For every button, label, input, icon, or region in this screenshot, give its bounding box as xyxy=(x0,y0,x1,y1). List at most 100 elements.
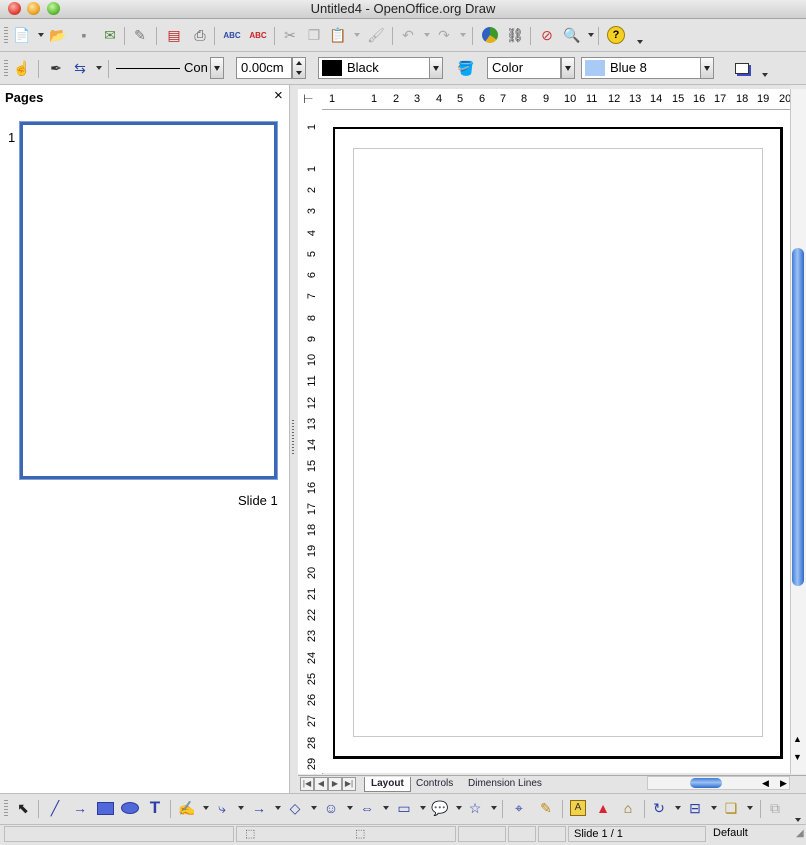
tab-layout[interactable]: Layout xyxy=(364,777,411,792)
symbol-shapes-dropdown-icon[interactable] xyxy=(347,806,353,810)
curve-tool-icon[interactable]: ✍ xyxy=(178,799,196,817)
line-style-select[interactable]: Con xyxy=(114,57,212,79)
area-fill-bucket-icon[interactable]: 🪣 xyxy=(456,58,476,78)
extrusion-icon[interactable]: ⧉ xyxy=(766,799,784,817)
line-color-dropdown-button[interactable] xyxy=(429,57,443,79)
points-edit-icon[interactable]: ⌖ xyxy=(510,799,528,817)
next-tab-icon[interactable]: ▶ xyxy=(328,777,342,791)
text-tool-icon[interactable]: T xyxy=(146,798,164,817)
line-arrow-tool-icon[interactable]: → xyxy=(71,799,89,817)
window-zoom-button[interactable] xyxy=(47,2,60,15)
line-width-input[interactable]: 0.00cm xyxy=(236,57,292,79)
block-arrows-icon[interactable]: ⇔ xyxy=(358,799,376,817)
callouts-icon[interactable]: 💬 xyxy=(431,799,449,817)
stars-icon[interactable]: ☆ xyxy=(466,799,484,817)
arrange-dropdown-icon[interactable] xyxy=(747,806,753,810)
open-folder-icon[interactable]: 📂 xyxy=(48,25,68,45)
scroll-left-arrow-icon[interactable]: ◀ xyxy=(762,778,769,789)
insert-image-icon[interactable]: ▲ xyxy=(594,799,612,817)
chart-icon[interactable] xyxy=(480,25,500,45)
basic-shapes-dropdown-icon[interactable] xyxy=(311,806,317,810)
navigator-icon[interactable]: ⛓ xyxy=(505,25,525,45)
object-select-icon[interactable]: ☝ xyxy=(12,58,32,78)
new-document-icon[interactable]: 📄 xyxy=(12,25,32,45)
rectangle-tool-icon[interactable] xyxy=(96,799,114,817)
tab-controls[interactable]: Controls xyxy=(410,777,459,791)
scroll-right-arrow-icon[interactable]: ▶ xyxy=(780,778,787,789)
curve-dropdown-icon[interactable] xyxy=(203,806,209,810)
autospellcheck-icon[interactable]: ABC xyxy=(248,25,268,45)
redo-dropdown-icon[interactable] xyxy=(460,33,466,37)
new-dropdown-icon[interactable] xyxy=(38,33,44,37)
line-style-dropdown-button[interactable] xyxy=(210,57,224,79)
toolbar-grip[interactable] xyxy=(4,800,8,816)
symbol-shapes-icon[interactable]: ☺ xyxy=(322,799,340,817)
gallery-icon[interactable]: ⌂ xyxy=(619,799,637,817)
ellipse-tool-icon[interactable] xyxy=(121,799,139,817)
vertical-scroll-thumb[interactable] xyxy=(792,248,804,586)
toolbar-grip[interactable] xyxy=(4,60,8,76)
prev-tab-icon[interactable]: ◀ xyxy=(314,777,328,791)
toolbar-overflow-icon[interactable] xyxy=(637,40,643,44)
area-color-select[interactable]: Blue 8 xyxy=(581,57,701,79)
save-icon[interactable]: ▪ xyxy=(74,25,94,45)
print-icon[interactable]: ⎙ xyxy=(190,25,210,45)
lines-arrows-tool-icon[interactable]: → xyxy=(250,799,268,817)
select-arrow-icon[interactable]: ⬉ xyxy=(14,799,32,817)
undo-dropdown-icon[interactable] xyxy=(424,33,430,37)
navigator-compass-icon[interactable]: ⊘ xyxy=(537,25,557,45)
rotate-dropdown-icon[interactable] xyxy=(675,806,681,810)
flowchart-dropdown-icon[interactable] xyxy=(420,806,426,810)
line-color-select[interactable]: Black xyxy=(318,57,430,79)
fontwork-icon[interactable]: A xyxy=(569,799,587,817)
line-width-stepper[interactable] xyxy=(292,57,306,79)
tab-dimension-lines[interactable]: Dimension Lines xyxy=(462,777,548,791)
toolbar-overflow-icon[interactable] xyxy=(795,818,801,822)
basic-shapes-icon[interactable]: ◇ xyxy=(286,799,304,817)
area-color-dropdown-button[interactable] xyxy=(700,57,714,79)
arrange-icon[interactable]: ❏ xyxy=(722,799,740,817)
zoom-dropdown-icon[interactable] xyxy=(588,33,594,37)
glue-points-icon[interactable]: ✎ xyxy=(537,799,555,817)
page-thumbnail[interactable] xyxy=(20,122,277,479)
lines-arrows-dropdown-icon[interactable] xyxy=(275,806,281,810)
connector-dropdown-icon[interactable] xyxy=(238,806,244,810)
status-insert-mode[interactable] xyxy=(508,826,536,842)
area-style-select[interactable]: Color xyxy=(487,57,561,79)
help-icon[interactable]: ? xyxy=(606,25,626,45)
arrow-style-dropdown-icon[interactable] xyxy=(96,66,102,70)
window-close-button[interactable] xyxy=(8,2,21,15)
copy-icon[interactable]: ❐ xyxy=(304,25,324,45)
window-minimize-button[interactable] xyxy=(27,2,40,15)
rotate-icon[interactable]: ↻ xyxy=(650,799,668,817)
arrow-style-icon[interactable]: ⇆ xyxy=(70,58,90,78)
align-icon[interactable]: ⊟ xyxy=(686,799,704,817)
resize-grip-icon[interactable]: ◢ xyxy=(796,828,804,839)
edit-file-icon[interactable]: ✎ xyxy=(130,25,150,45)
line-tool-icon[interactable]: ╱ xyxy=(46,799,64,817)
block-arrows-dropdown-icon[interactable] xyxy=(383,806,389,810)
horizontal-scroll-thumb[interactable] xyxy=(690,778,722,788)
shadow-icon[interactable] xyxy=(732,58,752,78)
status-selection-mode[interactable] xyxy=(538,826,566,842)
align-dropdown-icon[interactable] xyxy=(711,806,717,810)
toolbar-overflow-icon[interactable] xyxy=(762,73,768,77)
area-style-dropdown-button[interactable] xyxy=(561,57,575,79)
flowchart-icon[interactable]: ▭ xyxy=(395,799,413,817)
redo-icon[interactable]: ↷ xyxy=(434,25,454,45)
last-tab-icon[interactable]: ▶| xyxy=(342,777,356,791)
splitter-grip-icon[interactable] xyxy=(292,420,294,456)
line-pen-icon[interactable]: ✒ xyxy=(46,58,66,78)
scroll-up-arrow-icon[interactable]: ▲ xyxy=(793,734,802,744)
export-pdf-icon[interactable]: ▤ xyxy=(164,25,184,45)
callouts-dropdown-icon[interactable] xyxy=(456,806,462,810)
paste-icon[interactable]: 📋 xyxy=(328,25,348,45)
first-tab-icon[interactable]: |◀ xyxy=(300,777,314,791)
stars-dropdown-icon[interactable] xyxy=(491,806,497,810)
paste-dropdown-icon[interactable] xyxy=(354,33,360,37)
scroll-down-arrow-icon[interactable]: ▼ xyxy=(793,752,802,762)
undo-icon[interactable]: ↶ xyxy=(398,25,418,45)
connector-tool-icon[interactable]: ⤷ xyxy=(213,799,231,817)
zoom-icon[interactable]: 🔍 xyxy=(562,25,582,45)
tab-stop-icon[interactable]: ⊢ xyxy=(303,92,313,106)
